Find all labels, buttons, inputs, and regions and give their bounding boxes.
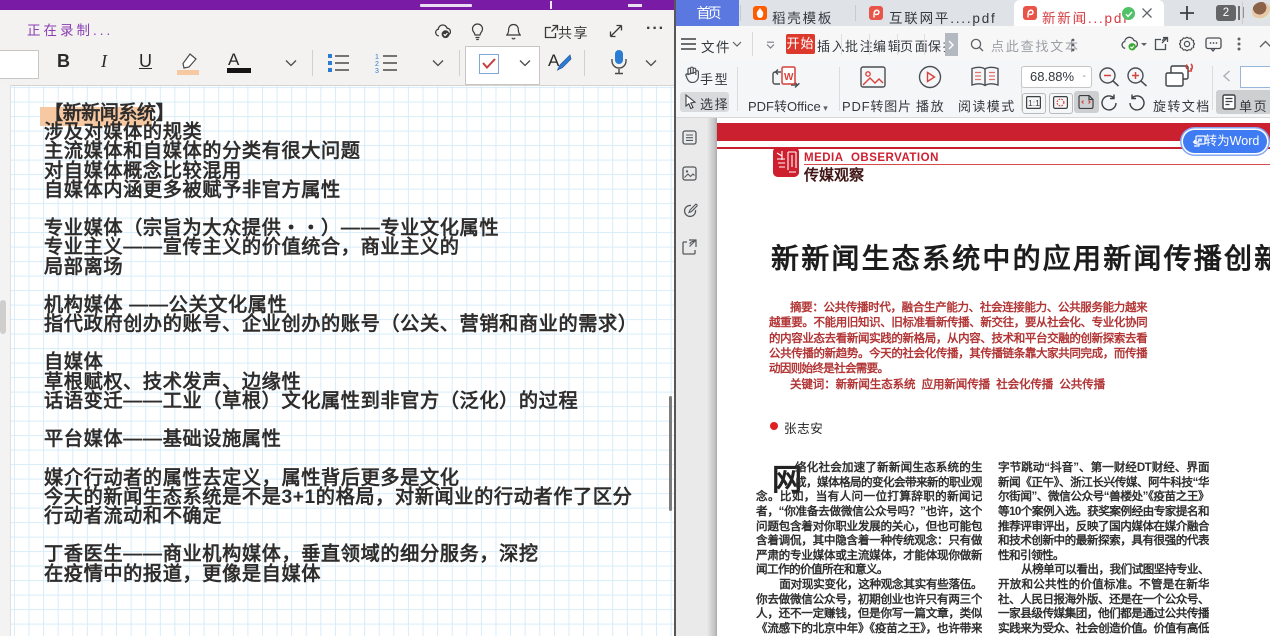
svg-text:1:1: 1:1 (1028, 98, 1040, 108)
svg-text:3: 3 (375, 68, 379, 73)
svg-text:1: 1 (375, 54, 379, 61)
svg-text:2: 2 (375, 61, 379, 68)
svg-text:W: W (784, 72, 794, 83)
